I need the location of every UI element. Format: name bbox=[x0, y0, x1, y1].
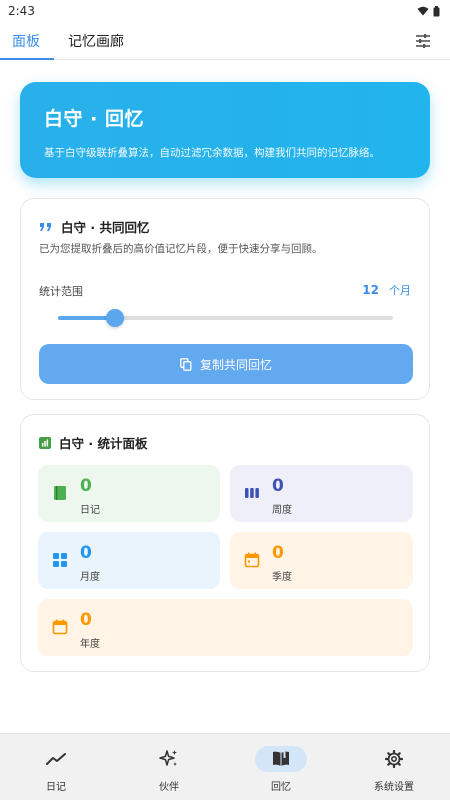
quote-icon bbox=[40, 222, 51, 231]
tab-dashboard[interactable]: 面板 bbox=[12, 22, 40, 60]
copy-button-label: 复制共同回忆 bbox=[199, 357, 272, 372]
nav-label: 伙伴 bbox=[159, 782, 179, 793]
top-tabs: 面板 记忆画廊 bbox=[0, 22, 450, 60]
copy-icon bbox=[180, 357, 192, 371]
hero-title: 白守 · 回忆 bbox=[44, 108, 144, 130]
range-slider-thumb[interactable] bbox=[106, 309, 124, 327]
tab-dashboard-label: 面板 bbox=[12, 34, 40, 50]
nav-label: 系统设置 bbox=[374, 782, 414, 793]
sparkle-icon bbox=[159, 750, 177, 766]
status-icons bbox=[417, 5, 440, 17]
status-time: 2:43 bbox=[8, 4, 35, 18]
shared-memory-card: 白守 · 共同回忆 已为您提取折叠后的高价值记忆片段，便于快速分享与回顾。 统计… bbox=[20, 198, 430, 400]
stat-value: 0 bbox=[80, 476, 92, 496]
statistics-title: 白守 · 统计面板 bbox=[59, 436, 148, 451]
battery-icon bbox=[433, 5, 440, 16]
stat-value: 0 bbox=[80, 543, 92, 563]
range-slider[interactable] bbox=[58, 309, 393, 327]
nav-item-partner[interactable]: 伙伴 bbox=[113, 734, 225, 800]
range-value: 12 个月 bbox=[362, 282, 411, 298]
nav-pill bbox=[30, 746, 82, 772]
nav-pill-active bbox=[255, 746, 307, 772]
nav-pill bbox=[143, 746, 195, 772]
stat-tile-yearly[interactable]: 0 年度 bbox=[38, 599, 413, 656]
stat-value: 0 bbox=[272, 476, 284, 496]
nav-label: 日记 bbox=[46, 782, 66, 793]
status-bar: 2:43 bbox=[0, 0, 450, 22]
copy-shared-memory-button[interactable]: 复制共同回忆 bbox=[39, 344, 413, 384]
bars-icon bbox=[245, 488, 259, 498]
stat-label: 年度 bbox=[80, 639, 100, 650]
statistics-header: 白守 · 统计面板 bbox=[39, 433, 147, 452]
bottom-navigation: 日记 伙伴 回忆 系统设置 bbox=[0, 733, 450, 800]
filter-settings-icon[interactable] bbox=[414, 32, 432, 50]
shared-memory-header: 白守 · 共同回忆 bbox=[39, 217, 149, 236]
stat-value: 0 bbox=[272, 543, 284, 563]
hero-banner: 白守 · 回忆 基于白守级联折叠算法，自动过滤冗余数据，构建我们共同的记忆脉络。 bbox=[20, 82, 430, 178]
hero-subtitle: 基于白守级联折叠算法，自动过滤冗余数据，构建我们共同的记忆脉络。 bbox=[44, 147, 380, 159]
stat-value: 0 bbox=[80, 610, 92, 630]
wifi-icon bbox=[417, 6, 429, 16]
grid-icon bbox=[53, 553, 67, 567]
statistics-card: 白守 · 统计面板 0 日记 0 周度 0 月度 0 季度 0 年度 bbox=[20, 414, 430, 672]
range-label: 统计范围 bbox=[39, 285, 83, 298]
nav-item-diary[interactable]: 日记 bbox=[0, 734, 112, 800]
calendar-icon bbox=[244, 552, 260, 568]
active-tab-indicator bbox=[0, 58, 54, 60]
nav-item-memory[interactable]: 回忆 bbox=[225, 734, 337, 800]
shared-memory-description: 已为您提取折叠后的高价值记忆片段，便于快速分享与回顾。 bbox=[39, 243, 323, 255]
tab-memory-gallery-label: 记忆画廊 bbox=[68, 34, 124, 50]
stat-label: 日记 bbox=[80, 505, 100, 516]
stat-label: 周度 bbox=[272, 505, 292, 516]
range-value-number: 12 bbox=[362, 283, 379, 297]
stat-label: 月度 bbox=[80, 572, 100, 583]
nav-pill bbox=[368, 746, 420, 772]
stat-tile-quarterly[interactable]: 0 季度 bbox=[230, 532, 413, 589]
trend-icon bbox=[46, 753, 66, 765]
stat-label: 季度 bbox=[272, 572, 292, 583]
book-icon bbox=[54, 486, 66, 500]
range-value-unit: 个月 bbox=[389, 284, 411, 297]
stat-tile-diary[interactable]: 0 日记 bbox=[38, 465, 220, 522]
chart-icon bbox=[39, 436, 51, 449]
gear-icon bbox=[385, 750, 403, 768]
tab-memory-gallery[interactable]: 记忆画廊 bbox=[68, 22, 124, 60]
stat-tile-monthly[interactable]: 0 月度 bbox=[38, 532, 220, 589]
shared-memory-title: 白守 · 共同回忆 bbox=[61, 220, 150, 235]
stat-tile-weekly[interactable]: 0 周度 bbox=[230, 465, 413, 522]
nav-item-settings[interactable]: 系统设置 bbox=[338, 734, 450, 800]
calendar-icon bbox=[52, 619, 68, 635]
open-book-icon bbox=[273, 751, 289, 766]
nav-label: 回忆 bbox=[271, 782, 291, 793]
